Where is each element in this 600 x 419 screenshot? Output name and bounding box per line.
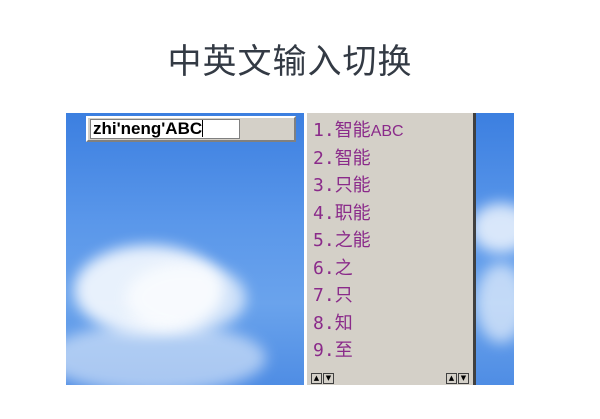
candidate-item[interactable]: 9.至	[313, 337, 469, 365]
candidate-item[interactable]: 1.智能ABC	[313, 117, 469, 145]
ime-composition-window: zhi'neng'ABC	[86, 116, 296, 142]
candidate-text: 知	[334, 312, 353, 334]
last-page-icon[interactable]: ▼	[323, 373, 334, 384]
page-title: 中英文输入切换	[167, 42, 413, 82]
candidate-text: 职能	[334, 202, 371, 224]
text-caret	[202, 120, 204, 137]
candidate-item[interactable]: 4.职能	[313, 200, 469, 228]
candidate-text: 只能	[334, 175, 371, 196]
first-page-icon[interactable]: ▲	[311, 373, 322, 384]
candidate-number: 6.	[313, 257, 335, 279]
desktop-screenshot: zhi'neng'ABC 1.智能ABC 2.智能 3.只能 4.职能 5.之能…	[66, 113, 514, 385]
candidate-number: 4.	[313, 202, 335, 224]
candidate-item[interactable]: 5.之能	[313, 227, 469, 255]
candidate-item[interactable]: 2.智能	[313, 145, 469, 173]
candidate-list: 1.智能ABC 2.智能 3.只能 4.职能 5.之能 6.之 7.只 8.知 …	[313, 117, 469, 365]
candidate-text: 至	[334, 340, 353, 361]
candidate-text: 之	[334, 257, 353, 279]
candidate-number: 7.	[313, 285, 335, 306]
candidate-number: 3.	[313, 175, 335, 196]
candidate-text: 只	[334, 285, 353, 306]
candidate-item[interactable]: 8.知	[313, 310, 469, 338]
candidate-item[interactable]: 3.只能	[313, 172, 469, 200]
page-up-icon[interactable]: ▲	[446, 373, 457, 384]
candidate-text: 智能	[334, 120, 371, 141]
composition-input[interactable]: zhi'neng'ABC	[90, 119, 240, 139]
candidate-item[interactable]: 6.之	[313, 255, 469, 283]
candidate-number: 1.	[313, 120, 335, 141]
candidate-number: 9.	[313, 340, 335, 361]
cloud	[66, 323, 266, 385]
cloud	[476, 263, 514, 343]
candidate-number: 2.	[313, 147, 335, 169]
composition-text: zhi'neng'ABC	[93, 119, 203, 138]
ime-candidate-window: 1.智能ABC 2.智能 3.只能 4.职能 5.之能 6.之 7.只 8.知 …	[304, 113, 476, 385]
candidate-text: 之能	[334, 230, 371, 251]
candidate-number: 5.	[313, 230, 335, 251]
page-down-icon[interactable]: ▼	[458, 373, 469, 384]
candidate-text: 智能	[334, 147, 371, 169]
candidate-item[interactable]: 7.只	[313, 282, 469, 310]
cloud	[471, 203, 514, 253]
candidate-number: 8.	[313, 312, 335, 334]
candidate-suffix: ABC	[370, 123, 404, 140]
